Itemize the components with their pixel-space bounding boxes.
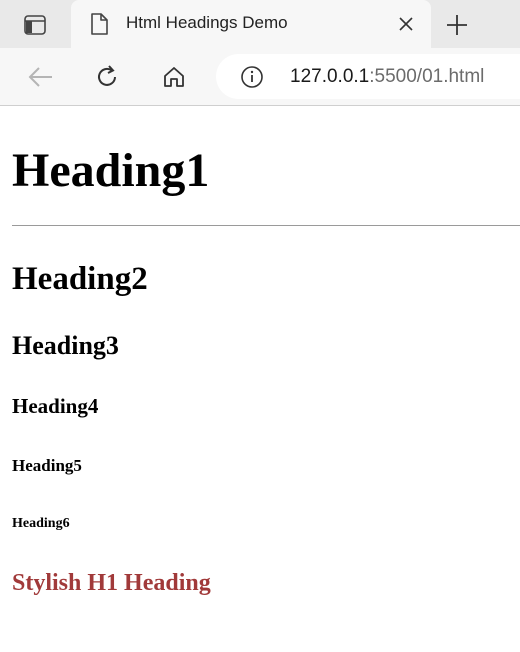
address-bar[interactable]: 127.0.0.1:5500/01.html <box>216 54 520 99</box>
url-host: 127.0.0.1 <box>290 66 370 87</box>
heading-3: Heading3 <box>12 331 119 360</box>
browser-toolbar: 127.0.0.1:5500/01.html <box>0 48 520 106</box>
new-tab-icon[interactable] <box>442 10 472 40</box>
tab-actions-icon[interactable] <box>18 11 52 39</box>
info-icon[interactable] <box>240 65 264 89</box>
heading-4: Heading4 <box>12 394 99 418</box>
back-arrow-icon[interactable] <box>24 60 58 94</box>
refresh-icon[interactable] <box>90 60 124 94</box>
url-text: 127.0.0.1:5500/01.html <box>290 66 484 88</box>
home-icon[interactable] <box>157 60 191 94</box>
heading-1: Heading1 <box>12 144 210 197</box>
heading-6: Heading6 <box>12 516 70 531</box>
tab-title: Html Headings Demo <box>126 13 288 32</box>
close-icon[interactable] <box>395 13 417 35</box>
heading-5: Heading5 <box>12 456 82 475</box>
tab-strip: Html Headings Demo <box>0 0 520 48</box>
page-icon <box>87 12 111 36</box>
stylish-heading: Stylish H1 Heading <box>12 570 211 596</box>
horizontal-rule <box>12 225 520 226</box>
url-path: :5500/01.html <box>369 66 485 87</box>
browser-window: Html Headings Demo 127.0.0.1:5500/01.htm… <box>0 0 520 652</box>
active-tab[interactable]: Html Headings Demo <box>71 0 431 48</box>
heading-2: Heading2 <box>12 261 148 297</box>
